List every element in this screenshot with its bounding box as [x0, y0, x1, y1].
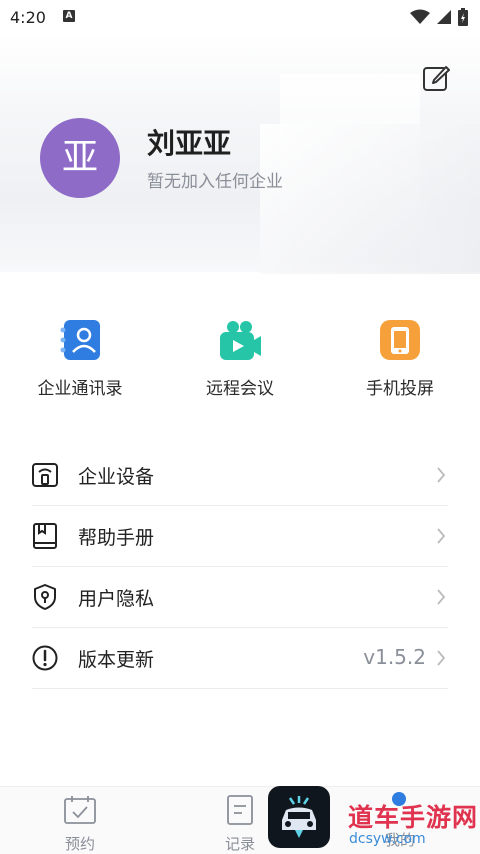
- watermark-logo: [268, 786, 330, 848]
- calendar-check-icon: [64, 796, 96, 824]
- user-name: 刘亚亚: [147, 127, 232, 160]
- menu-item-label: 用户隐私: [78, 588, 155, 610]
- signal-icon: [437, 10, 451, 24]
- quick-action-label: 手机投屏: [366, 379, 434, 399]
- chevron-right-icon: [437, 589, 446, 605]
- phone-cast-icon: [380, 320, 420, 360]
- menu-item-label: 版本更新: [78, 649, 155, 671]
- battery-icon: [458, 8, 468, 26]
- status-icons: [410, 8, 468, 26]
- watermark-title: 道车手游网: [348, 803, 479, 832]
- menu-item-version-update[interactable]: 版本更新 v1.5.2: [32, 628, 448, 689]
- tab-label: 预约: [64, 835, 95, 853]
- tab-appointment[interactable]: 预约: [40, 795, 120, 854]
- chevron-right-icon: [437, 650, 446, 666]
- menu-item-label: 企业设备: [78, 466, 155, 488]
- car-logo-icon: [282, 796, 316, 838]
- quick-action-contacts[interactable]: 企业通讯录: [10, 318, 150, 399]
- menu-item-user-privacy[interactable]: 用户隐私: [32, 567, 448, 628]
- chevron-right-icon: [437, 528, 446, 544]
- avatar[interactable]: 亚: [40, 118, 120, 198]
- device-icon: [32, 463, 58, 487]
- user-subtitle: 暂无加入任何企业: [147, 172, 283, 192]
- quick-action-meeting[interactable]: 远程会议: [170, 318, 310, 399]
- quick-action-label: 企业通讯录: [37, 379, 123, 399]
- notification-icon: A: [63, 10, 75, 22]
- record-icon: [227, 795, 253, 825]
- watermark-url: dcsyw.com: [349, 831, 426, 847]
- decorative-shape: [260, 124, 480, 274]
- menu-item-help-manual[interactable]: 帮助手册: [32, 506, 448, 567]
- quick-action-label: 远程会议: [206, 379, 274, 399]
- shield-icon: [34, 584, 56, 610]
- wifi-icon: [410, 9, 430, 24]
- video-camera-icon: [220, 321, 261, 360]
- version-value: v1.5.2: [363, 645, 426, 669]
- status-bar: 4:20 A: [0, 0, 480, 34]
- book-icon: [33, 523, 57, 549]
- menu-item-enterprise-devices[interactable]: 企业设备: [32, 445, 448, 506]
- status-time: 4:20: [10, 8, 46, 27]
- chevron-right-icon: [437, 467, 446, 483]
- address-book-icon: [60, 320, 100, 360]
- info-icon: [32, 645, 58, 671]
- settings-list: 企业设备 帮助手册 用户隐私 版本更新 v1.5.2: [32, 445, 448, 689]
- edit-profile-icon[interactable]: [422, 64, 450, 92]
- quick-action-screencast[interactable]: 手机投屏: [330, 318, 470, 399]
- menu-item-label: 帮助手册: [78, 527, 155, 549]
